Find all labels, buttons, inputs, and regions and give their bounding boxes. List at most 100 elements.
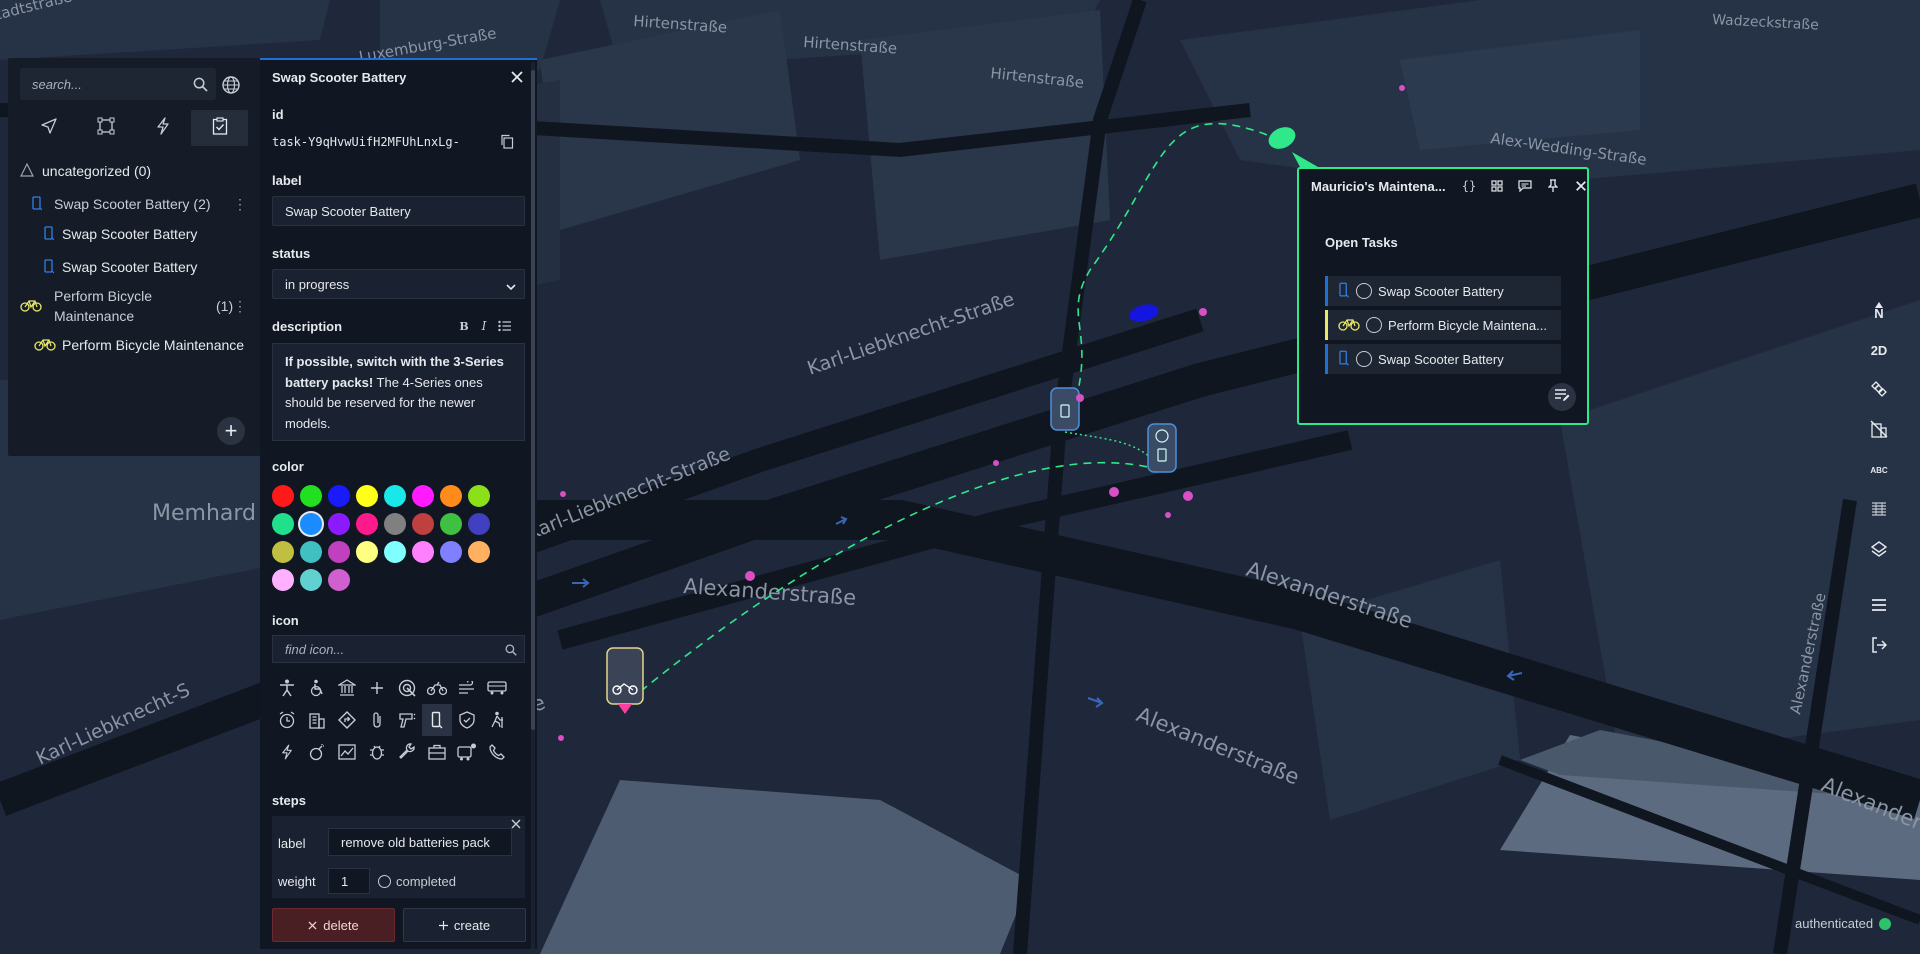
- color-swatch[interactable]: [468, 541, 490, 563]
- color-swatch[interactable]: [468, 485, 490, 507]
- phone-icon[interactable]: [482, 736, 512, 768]
- kebab-menu-icon[interactable]: ⋮: [233, 298, 247, 315]
- tab-events[interactable]: [134, 110, 191, 146]
- task-item[interactable]: Swap Scooter Battery: [1325, 344, 1561, 374]
- tab-tasks[interactable]: [191, 110, 248, 146]
- italic-icon[interactable]: I: [476, 318, 492, 334]
- bomb-icon[interactable]: [302, 736, 332, 768]
- edit-tasks-button[interactable]: [1548, 383, 1576, 411]
- hair-dryer-icon[interactable]: [392, 704, 422, 736]
- delete-button[interactable]: delete: [272, 908, 395, 942]
- chart-image-icon[interactable]: [332, 736, 362, 768]
- color-swatch[interactable]: [328, 513, 350, 535]
- kebab-menu-icon[interactable]: ⋮: [233, 196, 247, 213]
- globe-icon[interactable]: [220, 74, 242, 96]
- task-complete-radio[interactable]: [1356, 283, 1372, 299]
- bold-icon[interactable]: B: [456, 318, 472, 334]
- tree-item[interactable]: Swap Scooter Battery: [8, 219, 261, 249]
- color-swatch[interactable]: [468, 513, 490, 535]
- logout-button[interactable]: [1862, 626, 1896, 666]
- color-swatch[interactable]: [412, 513, 434, 535]
- description-editor[interactable]: If possible, switch with the 3-Series ba…: [272, 343, 525, 441]
- search-icon[interactable]: [192, 76, 208, 92]
- color-swatch[interactable]: [412, 485, 434, 507]
- color-swatch[interactable]: [356, 541, 378, 563]
- briefcase-icon[interactable]: [422, 736, 452, 768]
- create-button[interactable]: create: [403, 908, 526, 942]
- motorbike-icon[interactable]: [422, 672, 452, 704]
- tree-item[interactable]: Perform Bicycle Maintenance: [8, 330, 261, 360]
- lightning-icon[interactable]: [272, 736, 302, 768]
- color-swatch[interactable]: [440, 541, 462, 563]
- code-icon[interactable]: {}: [1457, 175, 1481, 197]
- color-swatch[interactable]: [300, 513, 322, 535]
- color-swatch[interactable]: [356, 513, 378, 535]
- bug-icon[interactable]: [362, 736, 392, 768]
- directions-icon[interactable]: [332, 704, 362, 736]
- task-complete-radio[interactable]: [1366, 317, 1382, 333]
- buildings-toggle-button[interactable]: [1862, 410, 1896, 450]
- color-swatch[interactable]: [328, 541, 350, 563]
- grid-icon[interactable]: [1485, 175, 1509, 197]
- color-swatch[interactable]: [272, 485, 294, 507]
- wrench-icon[interactable]: [392, 736, 422, 768]
- bus-stop-icon[interactable]: [452, 736, 482, 768]
- museum-icon[interactable]: [332, 672, 362, 704]
- step-label-input[interactable]: remove old batteries pack: [328, 828, 512, 856]
- chat-icon[interactable]: [1513, 175, 1537, 197]
- paperclip-icon[interactable]: [362, 704, 392, 736]
- bus-icon[interactable]: [482, 672, 512, 704]
- add-button[interactable]: +: [217, 417, 245, 445]
- tree-group-scooter[interactable]: Swap Scooter Battery (2) ⋮: [8, 189, 261, 219]
- grid-toggle-button[interactable]: [1862, 490, 1896, 530]
- search-icon[interactable]: [504, 643, 518, 657]
- hiking-icon[interactable]: [482, 704, 512, 736]
- scooter-battery-icon[interactable]: [422, 704, 452, 736]
- color-swatch[interactable]: [384, 541, 406, 563]
- close-icon[interactable]: [1569, 175, 1593, 197]
- color-swatch[interactable]: [328, 485, 350, 507]
- scrollbar[interactable]: [531, 62, 535, 949]
- tree-item[interactable]: Swap Scooter Battery: [8, 252, 261, 282]
- scrollbar-thumb[interactable]: [531, 70, 535, 730]
- color-swatch[interactable]: [300, 569, 322, 591]
- color-swatch[interactable]: [328, 569, 350, 591]
- step-weight-input[interactable]: 1: [328, 868, 370, 894]
- plus-icon[interactable]: [362, 672, 392, 704]
- color-swatch[interactable]: [384, 513, 406, 535]
- color-swatch[interactable]: [440, 513, 462, 535]
- status-select[interactable]: in progress: [272, 269, 525, 299]
- search-field[interactable]: [20, 68, 216, 100]
- view-mode-button[interactable]: 2D: [1862, 330, 1896, 370]
- color-swatch[interactable]: [384, 485, 406, 507]
- color-swatch[interactable]: [440, 485, 462, 507]
- shield-check-icon[interactable]: [452, 704, 482, 736]
- person-icon[interactable]: [272, 672, 302, 704]
- task-item[interactable]: Swap Scooter Battery: [1325, 276, 1561, 306]
- copy-icon[interactable]: [498, 132, 516, 150]
- color-swatch[interactable]: [272, 513, 294, 535]
- tab-areas[interactable]: [77, 110, 134, 146]
- color-swatch[interactable]: [356, 485, 378, 507]
- menu-button[interactable]: [1862, 586, 1896, 626]
- target-icon[interactable]: [392, 672, 422, 704]
- compass-north-button[interactable]: N: [1862, 290, 1896, 330]
- label-input[interactable]: Swap Scooter Battery: [272, 196, 525, 226]
- tab-navigation[interactable]: [20, 110, 77, 146]
- labels-toggle-button[interactable]: ABC: [1862, 450, 1896, 490]
- color-swatch[interactable]: [300, 485, 322, 507]
- icon-search-field[interactable]: [272, 635, 525, 663]
- close-icon[interactable]: [506, 66, 528, 88]
- color-swatch[interactable]: [272, 541, 294, 563]
- alarm-icon[interactable]: [272, 704, 302, 736]
- layers-button[interactable]: [1862, 530, 1896, 570]
- satellite-button[interactable]: [1862, 370, 1896, 410]
- task-item[interactable]: Perform Bicycle Maintena...: [1325, 310, 1561, 340]
- task-complete-radio[interactable]: [1356, 351, 1372, 367]
- wheelchair-icon[interactable]: [302, 672, 332, 704]
- tree-uncategorized[interactable]: uncategorized (0): [8, 156, 261, 186]
- icon-search-input[interactable]: [273, 636, 524, 662]
- color-swatch[interactable]: [272, 569, 294, 591]
- pin-icon[interactable]: [1541, 175, 1565, 197]
- search-input[interactable]: [20, 68, 216, 100]
